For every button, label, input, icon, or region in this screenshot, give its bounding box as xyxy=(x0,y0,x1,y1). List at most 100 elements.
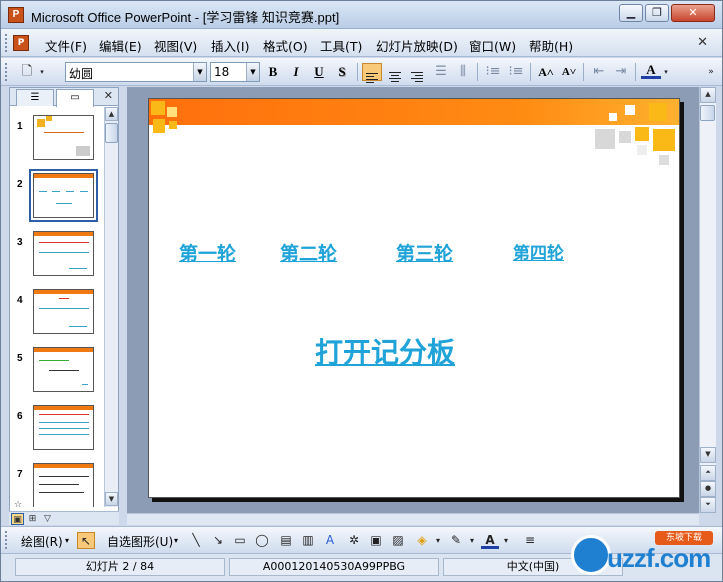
insert-picture-icon[interactable]: ▨ xyxy=(389,532,407,549)
numbering-icon[interactable]: ⁝≡ xyxy=(483,63,503,81)
line-color-icon[interactable]: ✎ xyxy=(447,532,465,549)
draw-menu-button[interactable]: 绘图(R) xyxy=(21,533,63,550)
menu-help[interactable]: 帮助(H) xyxy=(529,36,573,55)
arrow-icon[interactable]: ↘ xyxy=(209,532,227,549)
vertical-textbox-icon[interactable]: ▥ xyxy=(299,532,317,549)
slide-sorter-view-icon[interactable]: ⊞ xyxy=(26,513,39,525)
toolbar-overflow-icon[interactable]: » xyxy=(705,63,717,81)
slide-thumbnail[interactable] xyxy=(33,231,94,276)
powerpoint-app-icon[interactable]: P xyxy=(8,7,24,23)
clipart-icon[interactable]: ▣ xyxy=(367,532,385,549)
textbox-icon[interactable]: ▤ xyxy=(277,532,295,549)
line-icon[interactable]: ╲ xyxy=(187,532,205,549)
slideshow-view-icon[interactable]: ▽ xyxy=(41,513,54,525)
slide-number: 1 xyxy=(17,121,23,132)
scroll-thumb[interactable] xyxy=(105,123,118,143)
toolbar-options-chevron-icon[interactable]: ▾ xyxy=(37,63,47,81)
open-scoreboard-link[interactable]: 打开记分板 xyxy=(315,331,455,371)
menu-window[interactable]: 窗口(W) xyxy=(469,36,516,55)
slide-scrollbar[interactable]: ▲ ▼ ⏶ ● ⏷ xyxy=(699,87,716,513)
decor-square xyxy=(649,103,667,121)
font-size-combo[interactable]: 18 ▼ xyxy=(210,62,260,82)
draw-chevron-icon[interactable]: ▾ xyxy=(65,536,69,545)
document-icon[interactable]: P xyxy=(13,35,29,51)
font-color-button[interactable]: A xyxy=(641,63,661,79)
scroll-up-icon[interactable]: ▲ xyxy=(700,87,716,103)
drawing-font-color-icon[interactable]: A xyxy=(481,532,499,549)
fill-color-chevron-icon[interactable]: ▾ xyxy=(433,532,443,549)
normal-view-icon[interactable]: ▣ xyxy=(11,513,24,525)
autoshapes-chevron-icon[interactable]: ▾ xyxy=(174,536,178,545)
round-3-link[interactable]: 第三轮 xyxy=(396,239,453,266)
drawing-font-color-chevron-icon[interactable]: ▾ xyxy=(501,532,511,549)
tab-outline[interactable]: ☰ xyxy=(16,89,54,106)
align-left-button[interactable] xyxy=(362,63,382,83)
chevron-down-icon[interactable]: ▼ xyxy=(246,63,259,81)
increase-indent-icon[interactable]: ⇥ xyxy=(611,63,631,81)
slide-thumbnail[interactable] xyxy=(33,347,94,392)
oval-icon[interactable]: ◯ xyxy=(253,532,271,549)
fill-color-icon[interactable]: ◈ xyxy=(413,532,431,549)
menu-insert[interactable]: 插入(I) xyxy=(211,36,249,55)
decrease-indent-icon[interactable]: ⇤ xyxy=(589,63,609,81)
menu-grip[interactable] xyxy=(5,34,8,52)
line-style-icon[interactable]: ≡ xyxy=(521,532,539,549)
increase-font-button[interactable]: A˄ xyxy=(536,63,556,81)
new-document-icon[interactable]: 🗋 xyxy=(17,63,37,81)
horizontal-scrollbar[interactable] xyxy=(127,513,699,525)
rectangle-icon[interactable]: ▭ xyxy=(231,532,249,549)
slide-thumbnail[interactable] xyxy=(33,463,94,507)
line-color-chevron-icon[interactable]: ▾ xyxy=(467,532,477,549)
underline-button[interactable]: U xyxy=(309,63,329,81)
minimize-button[interactable]: ▁ xyxy=(619,4,643,22)
menu-slideshow[interactable]: 幻灯片放映(D) xyxy=(376,36,458,55)
distribute-icon[interactable]: ☰ xyxy=(431,63,451,81)
slide-thumbnail[interactable] xyxy=(33,115,94,160)
current-slide[interactable]: 第一轮 第二轮 第三轮 第四轮 打开记分板 xyxy=(148,98,680,498)
menu-file[interactable]: 文件(F) xyxy=(45,36,87,55)
previous-slide-icon[interactable]: ⏶ xyxy=(700,465,716,481)
pane-scrollbar[interactable]: ▲ ▼ xyxy=(104,107,118,507)
scroll-thumb[interactable] xyxy=(700,105,715,121)
toolbar-grip[interactable] xyxy=(5,63,8,81)
autoshapes-menu-button[interactable]: 自选图形(U) xyxy=(107,533,173,550)
title-bar: P Microsoft Office PowerPoint - [学习雷锋 知识… xyxy=(1,1,722,29)
scroll-down-icon[interactable]: ▼ xyxy=(700,447,716,463)
chevron-down-icon[interactable]: ▼ xyxy=(193,63,206,81)
menu-view[interactable]: 视图(V) xyxy=(154,36,197,55)
maximize-button[interactable]: ❐ xyxy=(645,4,669,22)
align-center-button[interactable] xyxy=(385,63,405,82)
select-pointer-icon[interactable]: ↖ xyxy=(77,532,95,549)
decor-square xyxy=(637,145,647,155)
toolbar-grip[interactable] xyxy=(5,531,8,549)
slide-thumbnail[interactable] xyxy=(33,289,94,334)
shadow-button[interactable]: S xyxy=(332,63,352,81)
round-4-link[interactable]: 第四轮 xyxy=(513,239,564,264)
scroll-down-icon[interactable]: ▼ xyxy=(105,492,118,506)
scroll-up-icon[interactable]: ▲ xyxy=(105,107,118,121)
select-browse-object-icon[interactable]: ● xyxy=(700,481,716,497)
vertical-text-icon[interactable]: ⫼ xyxy=(453,63,473,81)
round-2-link[interactable]: 第二轮 xyxy=(280,239,337,266)
font-color-chevron-icon[interactable]: ▾ xyxy=(661,63,671,81)
slide-thumbnail[interactable] xyxy=(33,405,94,450)
bullets-icon[interactable]: ⁝≡ xyxy=(506,63,526,81)
font-name-combo[interactable]: 幼圆 ▼ xyxy=(65,62,207,82)
menu-format[interactable]: 格式(O) xyxy=(263,36,308,55)
decrease-font-button[interactable]: A˅ xyxy=(559,63,579,81)
slide-number: 6 xyxy=(17,411,23,422)
slide-thumbnail-selected[interactable] xyxy=(29,169,98,222)
wordart-icon[interactable]: A xyxy=(321,532,339,549)
align-right-button[interactable] xyxy=(407,63,427,82)
close-button[interactable]: ✕ xyxy=(671,4,715,22)
pane-close-icon[interactable]: ✕ xyxy=(104,89,113,102)
round-1-link[interactable]: 第一轮 xyxy=(179,239,236,266)
tab-slides[interactable]: ▭ xyxy=(56,89,94,107)
document-close-icon[interactable]: ✕ xyxy=(697,35,708,50)
next-slide-icon[interactable]: ⏷ xyxy=(700,497,716,513)
menu-edit[interactable]: 编辑(E) xyxy=(99,36,142,55)
diagram-icon[interactable]: ✲ xyxy=(345,532,363,549)
italic-button[interactable]: I xyxy=(286,63,306,81)
menu-tools[interactable]: 工具(T) xyxy=(320,36,362,55)
bold-button[interactable]: B xyxy=(263,63,283,81)
